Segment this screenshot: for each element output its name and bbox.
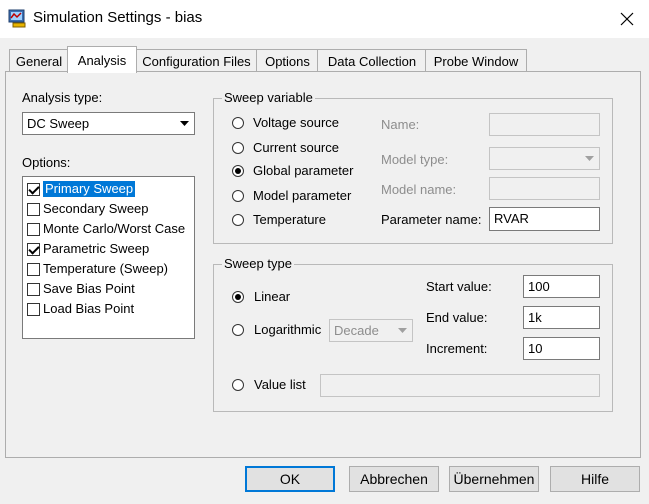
current-source-radio[interactable] <box>232 142 244 154</box>
tab-analysis[interactable]: Analysis <box>67 46 137 73</box>
model-type-label: Model type: <box>381 152 449 167</box>
close-button[interactable] <box>611 4 643 34</box>
option-temperature-sweep[interactable]: Temperature (Sweep) <box>24 259 192 279</box>
sweep-type-title: Sweep type <box>222 256 294 271</box>
analysis-type-label: Analysis type: <box>22 90 103 105</box>
name-label: Name: <box>381 117 420 132</box>
options-list[interactable]: Primary Sweep Secondary Sweep Monte Carl… <box>22 176 195 339</box>
option-label: Temperature (Sweep) <box>43 261 168 276</box>
temperature-radio[interactable] <box>232 214 244 226</box>
global-parameter-radio[interactable] <box>232 165 244 177</box>
model-parameter-radio[interactable] <box>232 190 244 202</box>
tab-general[interactable]: General <box>9 49 69 72</box>
linear-label: Linear <box>254 289 291 304</box>
option-load-bias-point[interactable]: Load Bias Point <box>24 299 192 319</box>
checkbox[interactable] <box>27 222 40 236</box>
voltage-source-radio[interactable] <box>232 117 244 129</box>
tab-label: Data Collection <box>327 53 417 69</box>
model-name-field[interactable] <box>489 177 600 200</box>
parameter-name-field[interactable]: RVAR <box>489 207 600 231</box>
options-label: Options: <box>22 155 71 170</box>
checkbox[interactable] <box>27 282 40 296</box>
start-value-field[interactable]: 100 <box>523 275 600 298</box>
tab-label: Probe Window <box>433 53 519 69</box>
window-title: Simulation Settings - bias <box>33 9 203 26</box>
log-scale-dropdown[interactable]: Decade <box>329 319 413 342</box>
ok-button[interactable]: OK <box>245 466 335 492</box>
temperature-label: Temperature <box>253 212 326 227</box>
tab-options[interactable]: Options <box>256 49 319 72</box>
sweep-variable-title: Sweep variable <box>222 90 315 105</box>
tab-label: Options <box>265 53 310 69</box>
checkbox[interactable] <box>27 262 40 276</box>
option-monte-carlo[interactable]: Monte Carlo/Worst Case <box>24 219 192 239</box>
option-label: Save Bias Point <box>43 281 135 296</box>
checkbox[interactable] <box>27 302 40 316</box>
name-field[interactable] <box>489 113 600 136</box>
option-parametric-sweep[interactable]: Parametric Sweep <box>24 239 192 259</box>
linear-radio[interactable] <box>232 291 244 303</box>
chevron-down-icon <box>394 321 411 340</box>
tab-label: Analysis <box>77 52 127 68</box>
option-label: Parametric Sweep <box>43 241 150 256</box>
checkbox[interactable] <box>27 242 40 256</box>
option-label: Load Bias Point <box>43 301 135 316</box>
analysis-type-value: DC Sweep <box>27 116 90 131</box>
value-list-label: Value list <box>254 377 306 392</box>
tab-configuration-files[interactable]: Configuration Files <box>135 49 258 72</box>
parameter-name-label: Parameter name: <box>381 212 482 227</box>
chevron-down-icon <box>176 114 193 133</box>
analysis-type-dropdown[interactable]: DC Sweep <box>22 112 195 135</box>
option-label: Primary Sweep <box>43 181 136 197</box>
value-list-radio[interactable] <box>232 379 244 391</box>
close-icon <box>620 12 634 26</box>
model-type-dropdown[interactable] <box>489 147 600 170</box>
simulation-app-icon <box>8 8 28 28</box>
option-save-bias-point[interactable]: Save Bias Point <box>24 279 192 299</box>
value-list-field[interactable] <box>320 374 600 397</box>
cancel-button[interactable]: Abbrechen <box>349 466 439 492</box>
option-label: Monte Carlo/Worst Case <box>43 221 186 236</box>
logarithmic-label: Logarithmic <box>254 322 322 337</box>
tab-probe-window[interactable]: Probe Window <box>425 49 527 72</box>
increment-field[interactable]: 10 <box>523 337 600 360</box>
model-name-label: Model name: <box>381 182 457 197</box>
chevron-down-icon <box>581 149 598 168</box>
current-source-label: Current source <box>253 140 339 155</box>
tab-label: General <box>15 53 63 69</box>
option-label: Secondary Sweep <box>43 201 149 216</box>
increment-label: Increment: <box>426 341 488 356</box>
help-button[interactable]: Hilfe <box>550 466 640 492</box>
global-parameter-label: Global parameter <box>253 163 354 178</box>
end-value-field[interactable]: 1k <box>523 306 600 329</box>
voltage-source-label: Voltage source <box>253 115 340 130</box>
log-scale-value: Decade <box>334 323 379 338</box>
checkbox[interactable] <box>27 182 40 196</box>
end-value-label: End value: <box>426 310 488 325</box>
model-parameter-label: Model parameter <box>253 188 352 203</box>
checkbox[interactable] <box>27 202 40 216</box>
option-secondary-sweep[interactable]: Secondary Sweep <box>24 199 192 219</box>
tab-data-collection[interactable]: Data Collection <box>317 49 427 72</box>
logarithmic-radio[interactable] <box>232 324 244 336</box>
option-primary-sweep[interactable]: Primary Sweep <box>24 179 192 199</box>
apply-button[interactable]: Übernehmen <box>449 466 539 492</box>
start-value-label: Start value: <box>426 279 492 294</box>
tab-label: Configuration Files <box>142 53 251 69</box>
